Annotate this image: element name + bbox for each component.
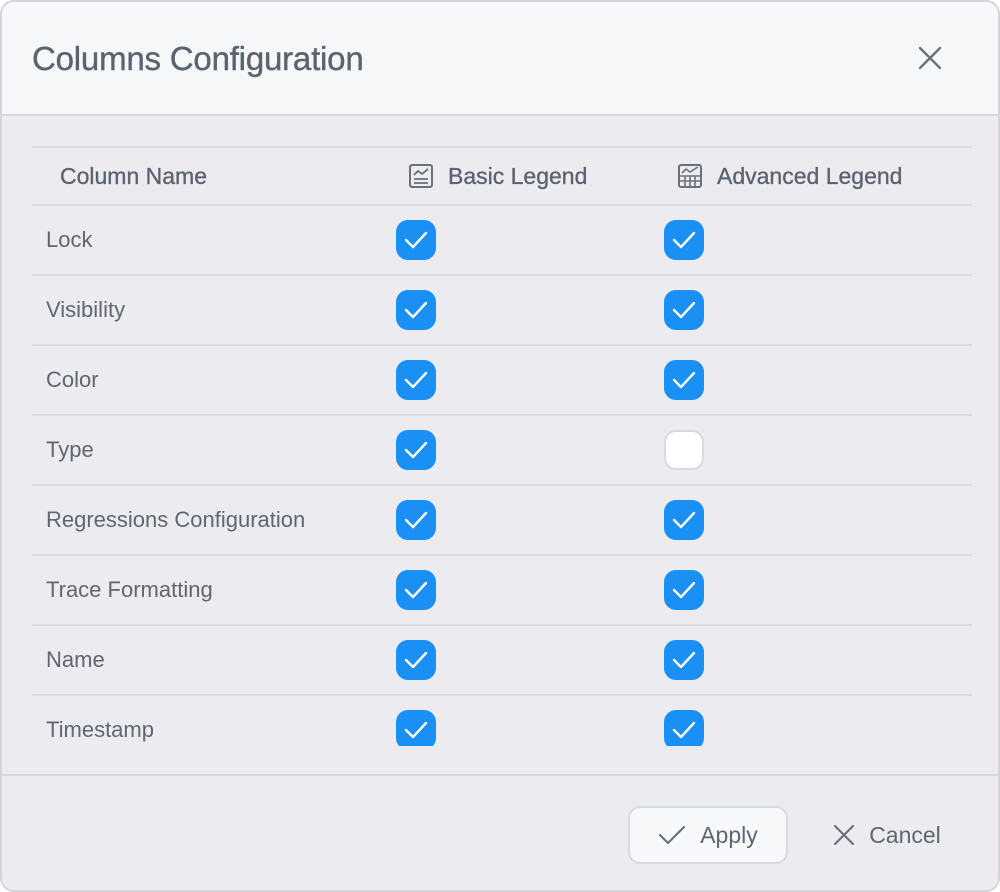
close-icon [918, 46, 942, 70]
checkmark-icon [672, 301, 696, 319]
checkmark-icon [672, 231, 696, 249]
column-name-header-label: Column Name [60, 162, 207, 189]
column-name-cell: Name [46, 647, 105, 672]
dialog-header: Columns Configuration [2, 2, 998, 116]
table-row: Trace Formatting [32, 556, 972, 626]
column-name-cell: Regressions Configuration [46, 507, 306, 532]
column-name-cell: Type [46, 437, 94, 462]
advanced-legend-header-label: Advanced Legend [717, 162, 903, 189]
table-row: Type [32, 416, 972, 486]
basic-legend-checkbox[interactable] [396, 710, 436, 746]
advanced-legend-checkbox[interactable] [664, 500, 704, 540]
basic-legend-checkbox[interactable] [396, 290, 436, 330]
column-name-cell: Color [46, 367, 99, 392]
advanced-legend-checkbox[interactable] [664, 710, 704, 746]
basic-legend-header: Basic Legend [408, 148, 588, 204]
apply-button[interactable]: Apply [628, 806, 788, 864]
checkmark-icon [672, 371, 696, 389]
basic-legend-checkbox[interactable] [396, 570, 436, 610]
basic-legend-header-label: Basic Legend [448, 162, 588, 189]
cancel-button-label: Cancel [869, 821, 941, 848]
advanced-legend-checkbox[interactable] [664, 290, 704, 330]
checkmark-icon [404, 231, 428, 249]
dialog-footer: Apply Cancel [2, 774, 998, 890]
checkmark-icon [404, 371, 428, 389]
basic-legend-checkbox[interactable] [396, 640, 436, 680]
checkmark-icon [404, 511, 428, 529]
checkmark-icon [672, 721, 696, 739]
basic-legend-checkbox[interactable] [396, 220, 436, 260]
advanced-legend-checkbox[interactable] [664, 570, 704, 610]
advanced-legend-header: Advanced Legend [677, 148, 903, 204]
column-name-cell: Visibility [46, 297, 126, 322]
table-header: Column Name Basic Legend Advanced Legend [32, 146, 972, 206]
checkmark-icon [404, 651, 428, 669]
checkmark-icon [659, 825, 686, 845]
advanced-legend-checkbox[interactable] [664, 220, 704, 260]
advanced-legend-icon [678, 164, 702, 188]
table-row: Name [32, 626, 972, 696]
advanced-legend-checkbox[interactable] [664, 640, 704, 680]
dialog-title: Columns Configuration [32, 40, 364, 77]
table-body: Lock Visibility Color Type Regressions Confi… [32, 206, 972, 746]
advanced-legend-checkbox[interactable] [664, 360, 704, 400]
column-name-header: Column Name [60, 148, 207, 204]
checkmark-icon [672, 511, 696, 529]
column-name-cell: Trace Formatting [46, 577, 213, 602]
basic-legend-icon [409, 164, 433, 188]
column-name-cell: Lock [46, 227, 93, 252]
apply-button-label: Apply [700, 821, 758, 848]
table-row: Visibility [32, 276, 972, 346]
close-icon [834, 824, 855, 846]
columns-table: Column Name Basic Legend Advanced Legend… [32, 146, 972, 746]
basic-legend-checkbox[interactable] [396, 430, 436, 470]
advanced-legend-checkbox[interactable] [664, 430, 704, 470]
close-button[interactable] [908, 36, 952, 80]
checkmark-icon [404, 441, 428, 459]
checkmark-icon [672, 581, 696, 599]
table-row: Lock [32, 206, 972, 276]
columns-configuration-dialog: Columns Configuration Column Name Basic … [0, 0, 1000, 892]
table-row: Timestamp [32, 696, 972, 746]
cancel-button[interactable]: Cancel [812, 806, 962, 864]
basic-legend-checkbox[interactable] [396, 360, 436, 400]
column-name-cell: Timestamp [46, 717, 154, 742]
basic-legend-checkbox[interactable] [396, 500, 436, 540]
checkmark-icon [672, 651, 696, 669]
checkmark-icon [404, 301, 428, 319]
checkmark-icon [404, 581, 428, 599]
table-row: Regressions Configuration [32, 486, 972, 556]
table-row: Color [32, 346, 972, 416]
checkmark-icon [404, 721, 428, 739]
